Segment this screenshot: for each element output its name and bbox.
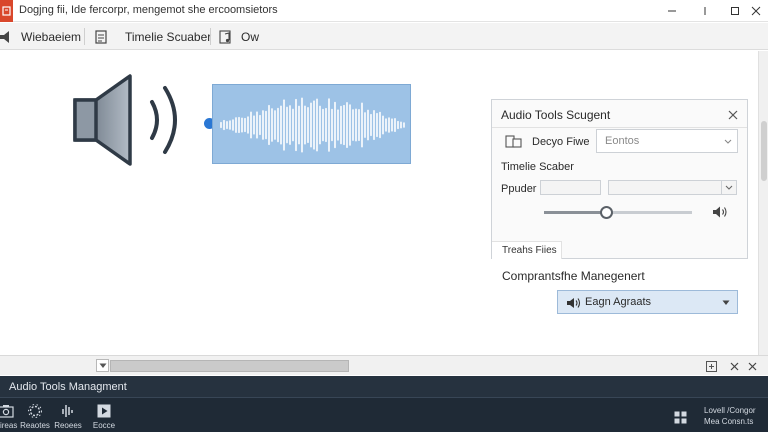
power-select[interactable] bbox=[608, 180, 737, 195]
bottom-panel-title: Audio Tools Managment bbox=[9, 381, 127, 393]
toolbar: Wiebaeiem Timelie Scuaber Ow bbox=[0, 23, 768, 50]
close-icon bbox=[730, 362, 738, 370]
expand-icon bbox=[705, 360, 717, 372]
audio-tools-panel: Audio Tools Scugent Decyo Fiwe Eontos Ti… bbox=[491, 99, 748, 259]
effects-dropdown-label: Eagn Agraats bbox=[585, 296, 652, 308]
toolbar-item-other[interactable]: Ow bbox=[219, 23, 259, 50]
volume-slider[interactable] bbox=[544, 206, 692, 219]
minimize-icon bbox=[668, 10, 676, 12]
volume-icon[interactable] bbox=[712, 205, 728, 224]
bottom-panel-header: Audio Tools Managment bbox=[0, 376, 768, 398]
window-title: Dogjng fii, Ide fercorpr, mengemot she e… bbox=[19, 4, 278, 16]
horizontal-scrollbar bbox=[0, 355, 768, 375]
chevron-down-icon bbox=[99, 363, 106, 368]
volume-slider-thumb[interactable] bbox=[600, 206, 614, 219]
speaker-icon bbox=[0, 30, 9, 43]
status-line: Lovell /Congor bbox=[704, 406, 756, 415]
toolbar-item-waveform[interactable]: Wiebaeiem bbox=[0, 23, 81, 50]
waveform-clip[interactable] bbox=[212, 84, 411, 164]
minimize-button[interactable] bbox=[657, 0, 687, 22]
toolbar-item-timeline[interactable]: Timelie Scuaber bbox=[95, 23, 211, 50]
tab-label: Treahs Fiies bbox=[502, 245, 557, 256]
panel-title: Audio Tools Scugent bbox=[501, 108, 611, 122]
power-input-start[interactable] bbox=[540, 180, 601, 195]
chevron-down-icon bbox=[722, 300, 730, 305]
close-icon bbox=[751, 6, 761, 16]
close-button[interactable] bbox=[744, 0, 768, 22]
speaker-icon bbox=[68, 72, 186, 173]
restore-icon bbox=[731, 7, 739, 15]
vertical-scrollbar-thumb[interactable] bbox=[761, 121, 767, 181]
maximize-icon bbox=[704, 7, 706, 15]
close-icon bbox=[728, 110, 738, 120]
select-divider bbox=[721, 181, 722, 194]
tool-label: Eocce bbox=[92, 421, 116, 430]
tool-button-eocce[interactable]: Eocce bbox=[84, 399, 124, 432]
camera-icon bbox=[0, 405, 14, 418]
device-select-value: Eontos bbox=[605, 135, 640, 147]
document-icon bbox=[95, 29, 107, 44]
panel-close-button[interactable] bbox=[728, 107, 738, 125]
toolbar-divider bbox=[84, 28, 85, 45]
waveform-graphic bbox=[220, 97, 405, 153]
status-text: Lovell /Congor Mea Consn.ts bbox=[704, 405, 756, 427]
effects-dropdown[interactable]: Eagn Agraats bbox=[557, 290, 738, 314]
tab-tracks-files[interactable]: Treahs Fiies bbox=[492, 241, 562, 259]
title-bar: Dogjng fii, Ide fercorpr, mengemot she e… bbox=[0, 0, 768, 22]
toolbar-item-label: Wiebaeiem bbox=[21, 29, 82, 44]
waveform-icon bbox=[62, 405, 73, 417]
grid-icon bbox=[674, 411, 687, 424]
status-line: Mea Consn.ts bbox=[704, 417, 754, 426]
close-pane-button[interactable] bbox=[727, 359, 741, 373]
toolbar-item-label: Ow bbox=[241, 29, 259, 44]
close-icon bbox=[748, 362, 756, 370]
maximize-button[interactable] bbox=[690, 0, 720, 22]
grid-view-button[interactable] bbox=[674, 411, 687, 429]
music-note-icon bbox=[219, 29, 231, 44]
bottom-panel: Audio Tools Managment Pireas Reaotes Reo… bbox=[0, 376, 768, 432]
device-select[interactable]: Eontos bbox=[596, 129, 738, 153]
close-all-button[interactable] bbox=[745, 359, 759, 373]
scroll-dropdown-button[interactable] bbox=[96, 359, 109, 372]
tool-button-reoees[interactable]: Reoees bbox=[48, 399, 88, 432]
toolbar-divider bbox=[210, 28, 211, 45]
section-label: Comprantsfhe Manegenert bbox=[502, 269, 645, 283]
speaker-icon bbox=[567, 298, 581, 308]
panel-header: Audio Tools Scugent bbox=[492, 100, 747, 128]
volume-slider-fill bbox=[544, 211, 607, 214]
tool-label: Reoees bbox=[54, 421, 82, 430]
play-icon bbox=[97, 404, 111, 418]
device-label: Decyo Fiwe bbox=[532, 136, 590, 148]
expand-button[interactable] bbox=[704, 359, 718, 373]
gear-icon bbox=[28, 404, 42, 418]
power-label: Ppuder bbox=[501, 183, 537, 195]
toolbar-item-label: Timelie Scuaber bbox=[125, 29, 212, 44]
horizontal-scrollbar-thumb[interactable] bbox=[110, 360, 349, 372]
vertical-scrollbar[interactable] bbox=[758, 51, 768, 355]
app-logo-icon bbox=[0, 0, 13, 22]
chevron-down-icon bbox=[725, 185, 733, 190]
chevron-down-icon bbox=[724, 139, 732, 144]
device-icon bbox=[505, 135, 523, 154]
timeline-label: Timelie Scaber bbox=[501, 161, 574, 173]
